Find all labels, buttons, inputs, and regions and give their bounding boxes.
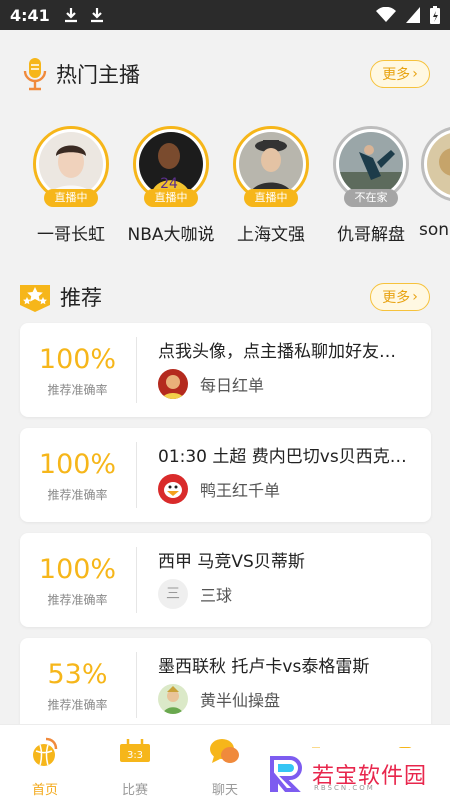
tab-label: 比赛 <box>121 783 148 798</box>
card-author: 鸭王红千单 <box>158 474 280 504</box>
accuracy-value: 53% <box>47 659 108 690</box>
author-name: 鸭王红千单 <box>200 481 281 500</box>
author-avatar <box>158 474 188 504</box>
download-icon <box>90 8 103 23</box>
accuracy-rate: 100% 推荐准确率 <box>20 343 135 398</box>
avatar-image <box>39 132 103 196</box>
tab-home[interactable]: 首页 <box>0 735 90 798</box>
live-status-badge: 直播中 <box>144 189 198 207</box>
microphone-icon <box>23 58 47 91</box>
anchor-item[interactable]: 直播中 上海文强 <box>221 126 321 245</box>
download-icon <box>64 8 77 23</box>
accuracy-label: 推荐准确率 <box>47 488 108 502</box>
hot-anchors-list: 直播中 一哥长虹 24 直播中 NBA大咖说 直播中 上海文强 不在家 仇哥解盘… <box>0 126 450 256</box>
anchor-name: NBA大咖说 <box>127 225 215 245</box>
chevron-right-icon: › <box>412 289 418 305</box>
anchor-item[interactable]: 直播中 一哥长虹 <box>21 126 121 245</box>
divider <box>136 547 137 613</box>
recommend-header: 推荐 更多 › <box>0 275 450 319</box>
author-name: 三球 <box>200 586 233 605</box>
accuracy-value: 100% <box>38 344 117 375</box>
accuracy-label: 推荐准确率 <box>47 593 108 607</box>
recommend-card[interactable]: 53% 推荐准确率 墨西联秋 托卢卡vs泰格雷斯 黄半仙操盘 <box>20 638 431 732</box>
anchor-name: 仇哥解盘 <box>337 225 405 245</box>
anchor-item[interactable]: 不在家 仇哥解盘 <box>321 126 421 245</box>
recommend-card[interactable]: 100% 推荐准确率 点我头像，点主播私聊加好友… 每日红单 <box>20 323 431 417</box>
offline-status-badge: 不在家 <box>344 189 398 207</box>
accuracy-label: 推荐准确率 <box>47 383 108 397</box>
divider <box>136 652 137 718</box>
card-author: 每日红单 <box>158 369 264 399</box>
stars-badge-icon <box>20 285 50 312</box>
live-status-badge: 直播中 <box>44 189 98 207</box>
wifi-icon <box>376 7 396 22</box>
top-strip <box>0 30 450 36</box>
recommend-title: 推荐 <box>60 286 102 310</box>
watermark: 若宝软件园 RBSCN.COM <box>252 748 450 800</box>
status-bar: 4:41 <box>0 0 450 30</box>
recommend-more-button[interactable]: 更多 › <box>370 283 430 311</box>
avatar-image: 24 <box>139 132 203 196</box>
hot-anchors-title: 热门主播 <box>56 63 140 87</box>
card-title: 01:30 土超 费内巴切vs贝西克… <box>158 447 407 467</box>
accuracy-value: 100% <box>38 449 117 480</box>
anchor-avatar[interactable]: 直播中 <box>33 126 109 207</box>
accuracy-rate: 100% 推荐准确率 <box>20 553 135 608</box>
accuracy-rate: 100% 推荐准确率 <box>20 448 135 503</box>
card-author: 黄半仙操盘 <box>158 684 280 714</box>
divider <box>136 337 137 403</box>
anchor-avatar[interactable]: 24 直播中 <box>133 126 209 207</box>
chat-bubble-icon <box>210 739 239 763</box>
avatar-image <box>339 132 403 196</box>
more-label: 更多 <box>382 290 411 306</box>
watermark-logo <box>270 756 302 792</box>
tab-matches[interactable]: 3:3 比赛 <box>90 735 180 798</box>
hot-anchors-header: 热门主播 更多 › <box>0 52 450 96</box>
author-name: 每日红单 <box>200 376 265 395</box>
divider <box>136 442 137 508</box>
signal-icon <box>406 7 420 23</box>
anchor-item[interactable]: son <box>419 126 450 240</box>
anchor-avatar[interactable] <box>421 126 450 202</box>
watermark-sub: RBSCN.COM <box>314 784 375 792</box>
accuracy-label: 推荐准确率 <box>47 698 108 712</box>
accuracy-rate: 53% 推荐准确率 <box>20 658 135 713</box>
status-time: 4:41 <box>10 5 50 25</box>
anchor-name: 一哥长虹 <box>37 225 105 245</box>
battery-icon <box>430 6 440 24</box>
anchor-avatar[interactable]: 直播中 <box>233 126 309 207</box>
svg-text:3:3: 3:3 <box>127 750 143 761</box>
anchor-name: son <box>419 220 450 240</box>
author-avatar-initial: 三 <box>158 579 188 609</box>
scoreboard-icon: 3:3 <box>120 739 150 762</box>
avatar-image <box>239 132 303 196</box>
card-title: 西甲 马竞VS贝蒂斯 <box>158 552 305 572</box>
tab-label: 首页 <box>31 783 58 798</box>
card-author: 三 三球 <box>158 579 232 609</box>
card-title: 点我头像，点主播私聊加好友… <box>158 342 396 362</box>
author-avatar <box>158 684 188 714</box>
live-status-badge: 直播中 <box>244 189 298 207</box>
avatar-image <box>427 132 450 196</box>
hot-anchors-more-button[interactable]: 更多 › <box>370 60 430 88</box>
author-avatar <box>158 369 188 399</box>
recommend-card[interactable]: 100% 推荐准确率 西甲 马竞VS贝蒂斯 三 三球 <box>20 533 431 627</box>
anchor-avatar[interactable]: 不在家 <box>333 126 409 207</box>
anchor-name: 上海文强 <box>237 225 305 245</box>
home-icon <box>33 737 58 766</box>
chevron-right-icon: › <box>412 66 418 82</box>
anchor-item[interactable]: 24 直播中 NBA大咖说 <box>121 126 221 245</box>
accuracy-value: 100% <box>38 554 117 585</box>
author-name: 黄半仙操盘 <box>200 691 281 710</box>
card-title: 墨西联秋 托卢卡vs泰格雷斯 <box>158 657 370 677</box>
more-label: 更多 <box>382 67 411 83</box>
recommend-card[interactable]: 100% 推荐准确率 01:30 土超 费内巴切vs贝西克… 鸭王红千单 <box>20 428 431 522</box>
